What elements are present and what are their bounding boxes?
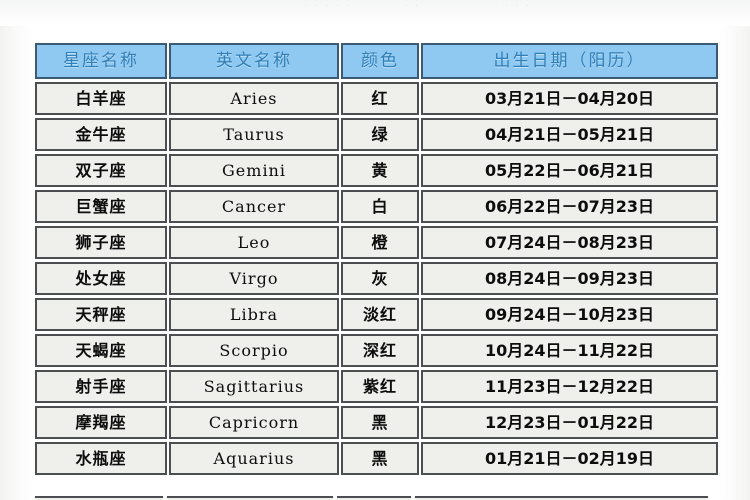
cell-english-name: Aries	[169, 82, 339, 115]
cell-color: 深红	[341, 334, 419, 367]
cell-zodiac-name: 天秤座	[35, 298, 167, 331]
cell-color: 灰	[341, 262, 419, 295]
document-scan-area: 星座名称 英文名称 颜色 出生日期（阳历） 白羊座 Aries 红 03月21日－04…	[0, 26, 750, 500]
cell-birth-date: 11月23日－12月22日	[421, 370, 718, 403]
table-row: 巨蟹座 Cancer 白 06月22日－07月23日	[35, 190, 718, 223]
cell-zodiac-name: 天蝎座	[35, 334, 167, 367]
top-artifact-fragment-3: · · · ·	[495, 2, 532, 10]
cell-english-name: Aquarius	[169, 442, 339, 475]
cell-birth-date: 10月24日－11月22日	[421, 334, 718, 367]
cell-birth-date: 04月21日－05月21日	[421, 118, 718, 151]
table-row: 双子座 Gemini 黄 05月22日－06月21日	[35, 154, 718, 187]
cell-color: 黄	[341, 154, 419, 187]
table-row: 射手座 Sagittarius 紫红 11月23日－12月22日	[35, 370, 718, 403]
cell-birth-date: 08月24日－09月23日	[421, 262, 718, 295]
table-row: 金牛座 Taurus 绿 04月21日－05月21日	[35, 118, 718, 151]
cell-birth-date: 07月24日－08月23日	[421, 226, 718, 259]
cell-english-name: Taurus	[169, 118, 339, 151]
cell-english-name: Cancer	[169, 190, 339, 223]
cell-birth-date: 03月21日－04月20日	[421, 82, 718, 115]
clipped-cell-name	[35, 496, 163, 500]
cell-zodiac-name: 白羊座	[35, 82, 167, 115]
cell-english-name: Libra	[169, 298, 339, 331]
left-margin	[0, 26, 33, 500]
table-body: 白羊座 Aries 红 03月21日－04月20日 金牛座 Taurus 绿 04月21日－0…	[35, 82, 718, 475]
cell-color: 黑	[341, 442, 419, 475]
cell-color: 橙	[341, 226, 419, 259]
table-row: 天蝎座 Scorpio 深红 10月24日－11月22日	[35, 334, 718, 367]
table-row: 摩羯座 Capricorn 黑 12月23日－01月22日	[35, 406, 718, 439]
cell-zodiac-name: 处女座	[35, 262, 167, 295]
cell-english-name: Scorpio	[169, 334, 339, 367]
table-row: 水瓶座 Aquarius 黑 01月21日－02月19日	[35, 442, 718, 475]
cell-birth-date: 01月21日－02月19日	[421, 442, 718, 475]
table-row: 狮子座 Leo 橙 07月24日－08月23日	[35, 226, 718, 259]
cell-zodiac-name: 金牛座	[35, 118, 167, 151]
cell-color: 白	[341, 190, 419, 223]
cell-english-name: Gemini	[169, 154, 339, 187]
cell-color: 淡红	[341, 298, 419, 331]
column-header-english-name: 英文名称	[169, 43, 339, 79]
top-scan-artifact: · · · · · · · · · · ·	[0, 0, 750, 26]
cell-color: 黑	[341, 406, 419, 439]
clipped-cell-date	[415, 496, 708, 500]
cell-english-name: Leo	[169, 226, 339, 259]
table-row: 白羊座 Aries 红 03月21日－04月20日	[35, 82, 718, 115]
table-row: 处女座 Virgo 灰 08月24日－09月23日	[35, 262, 718, 295]
clipped-cell-color	[337, 496, 411, 500]
table-row: 天秤座 Libra 淡红 09月24日－10月23日	[35, 298, 718, 331]
column-header-zodiac-name: 星座名称	[35, 43, 167, 79]
cell-zodiac-name: 摩羯座	[35, 406, 167, 439]
cell-zodiac-name: 狮子座	[35, 226, 167, 259]
clipped-cell-english	[167, 496, 333, 500]
cell-zodiac-name: 双子座	[35, 154, 167, 187]
cell-english-name: Capricorn	[169, 406, 339, 439]
table-header: 星座名称 英文名称 颜色 出生日期（阳历）	[35, 43, 718, 79]
cell-zodiac-name: 巨蟹座	[35, 190, 167, 223]
cell-zodiac-name: 水瓶座	[35, 442, 167, 475]
cell-english-name: Sagittarius	[169, 370, 339, 403]
cell-color: 绿	[341, 118, 419, 151]
cell-birth-date: 06月22日－07月23日	[421, 190, 718, 223]
cell-color: 紫红	[341, 370, 419, 403]
cell-zodiac-name: 射手座	[35, 370, 167, 403]
clipped-next-row	[35, 496, 716, 500]
table-header-row: 星座名称 英文名称 颜色 出生日期（阳历）	[35, 43, 718, 79]
column-header-color: 颜色	[341, 43, 419, 79]
cell-birth-date: 09月24日－10月23日	[421, 298, 718, 331]
cell-birth-date: 12月23日－01月22日	[421, 406, 718, 439]
cell-color: 红	[341, 82, 419, 115]
top-artifact-fragment-1: · · · · ·	[305, 2, 353, 10]
cell-birth-date: 05月22日－06月21日	[421, 154, 718, 187]
right-margin	[718, 26, 750, 500]
top-artifact-fragment-2: · ·	[405, 2, 421, 10]
zodiac-table: 星座名称 英文名称 颜色 出生日期（阳历） 白羊座 Aries 红 03月21日－04…	[33, 40, 720, 478]
column-header-birth-date: 出生日期（阳历）	[421, 43, 718, 79]
cell-english-name: Virgo	[169, 262, 339, 295]
